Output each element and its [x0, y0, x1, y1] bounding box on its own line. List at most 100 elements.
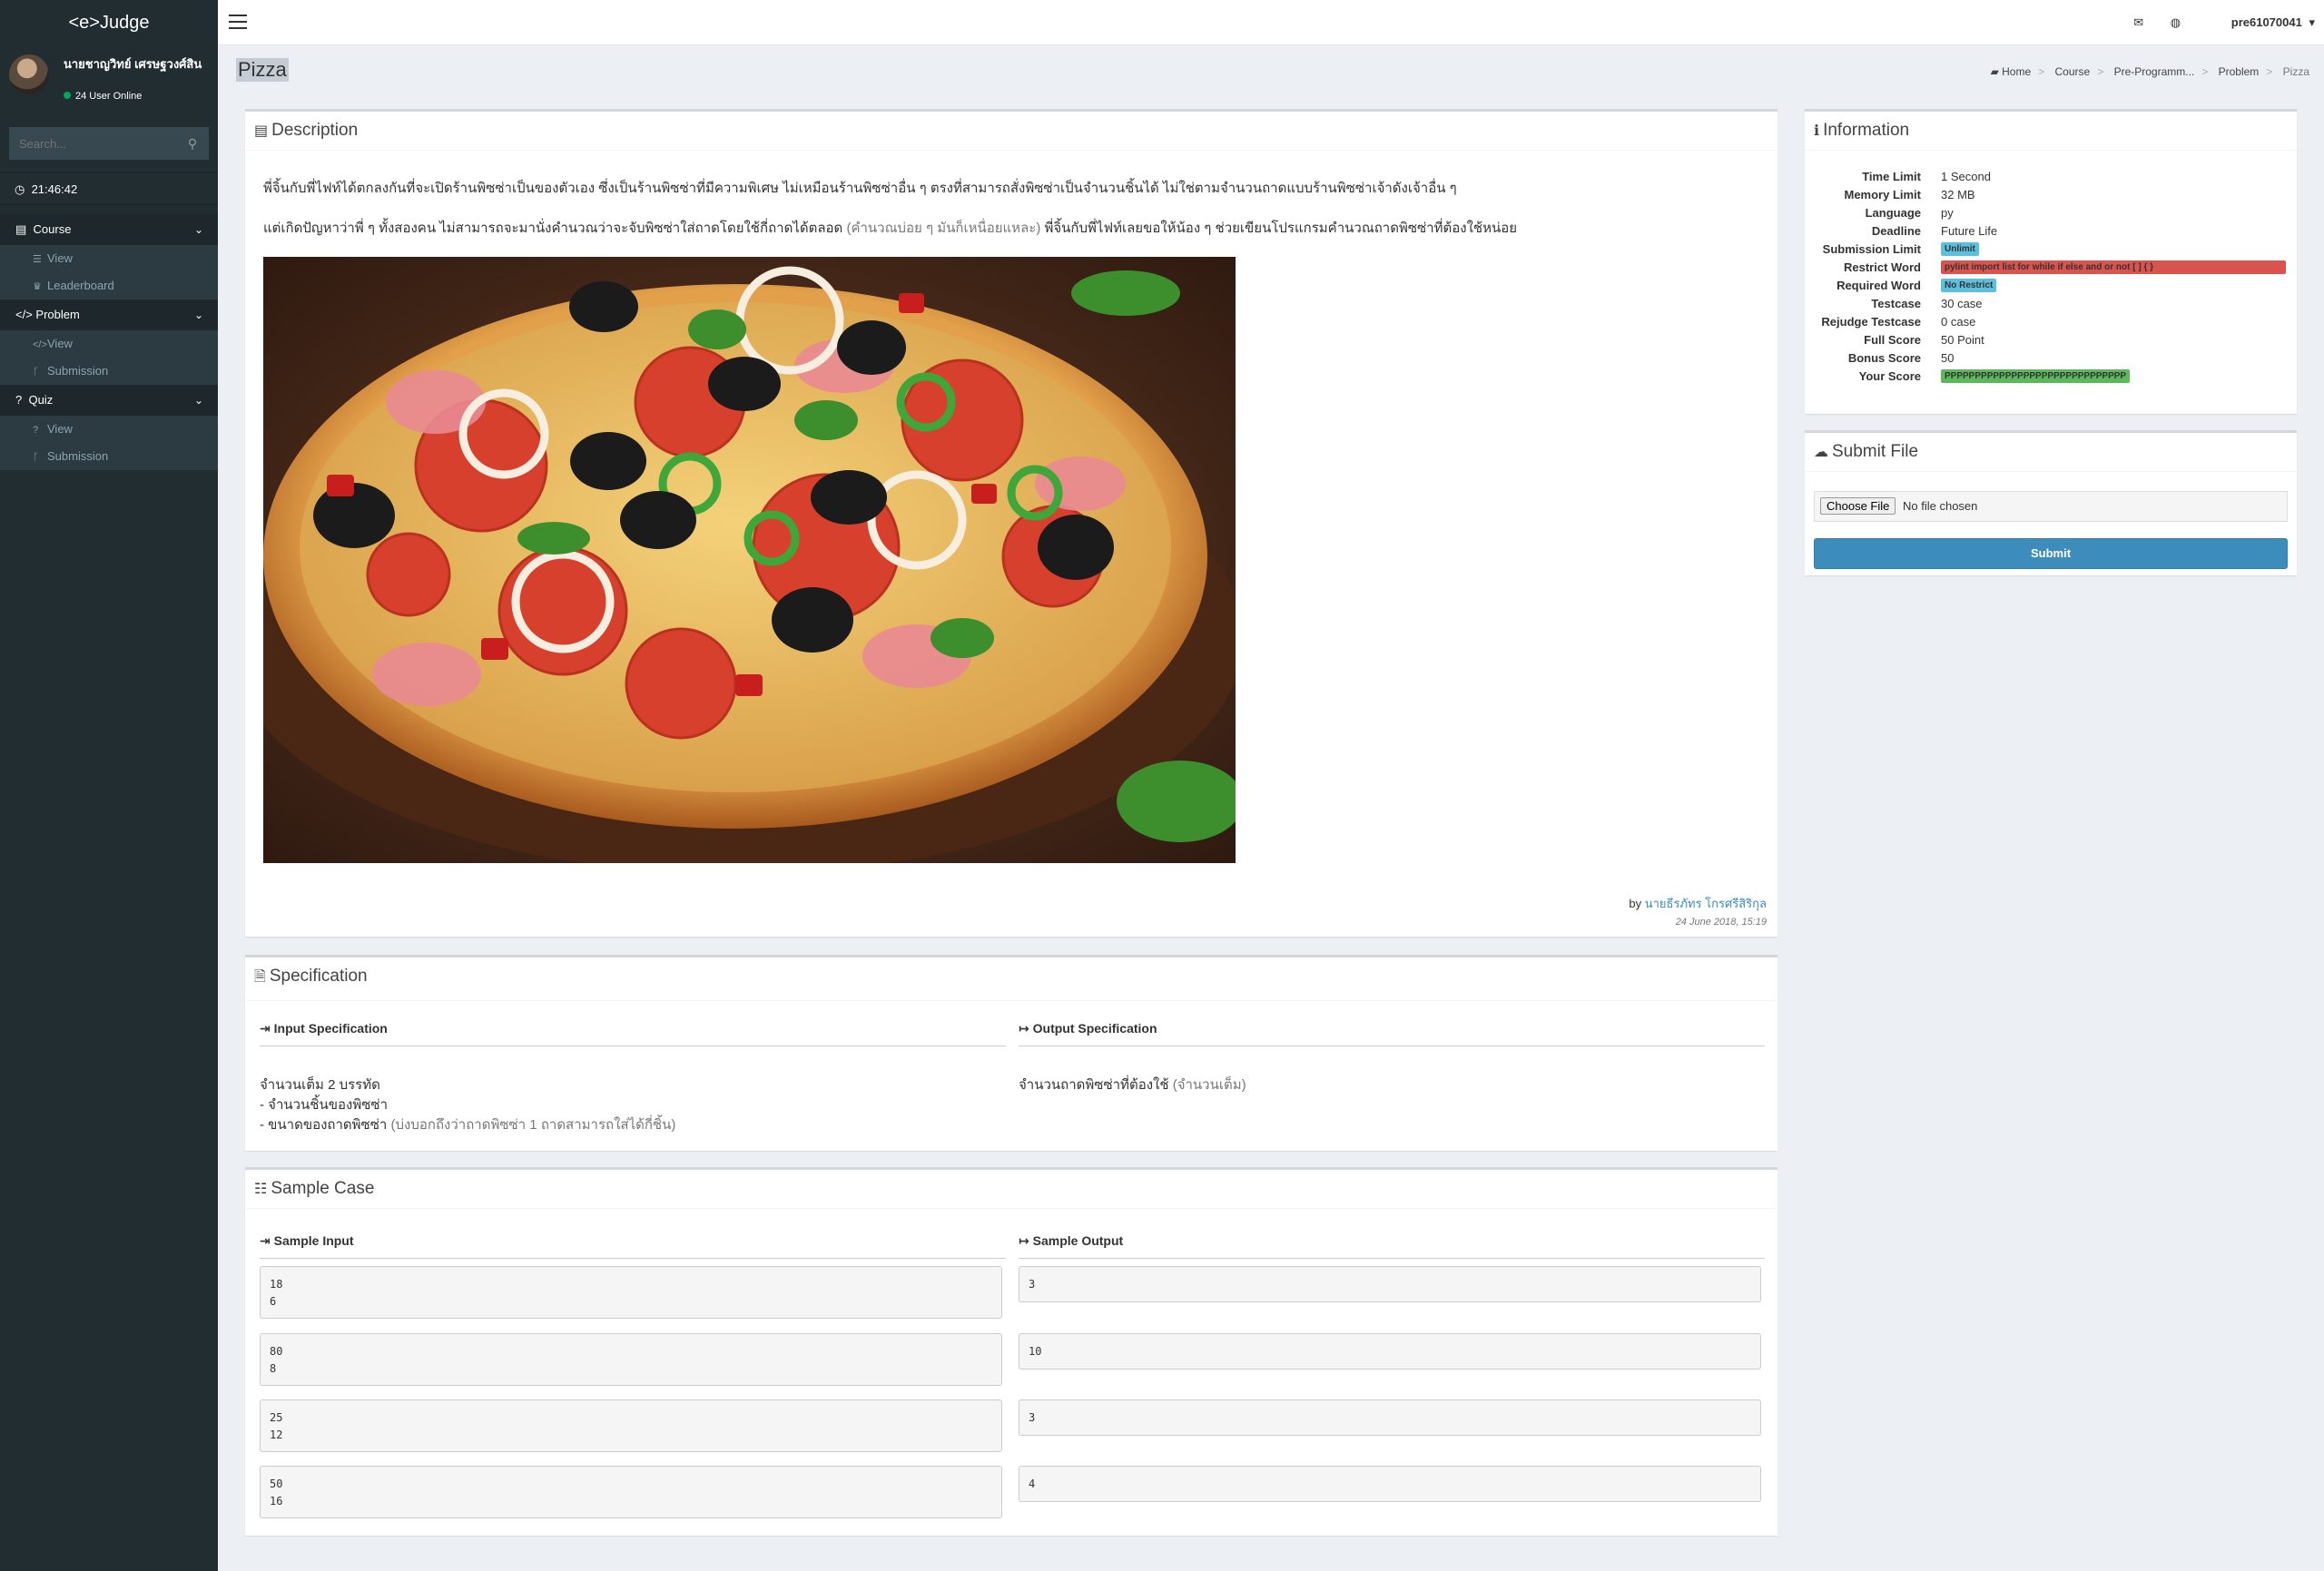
sample-input-2[interactable]: 80 8: [260, 1333, 1002, 1386]
info-key: Bonus Score: [1847, 351, 1921, 365]
info-value: Future Life: [1941, 224, 1998, 238]
info-key: Your Score: [1858, 369, 1921, 383]
sidebar-item-quiz-view[interactable]: ? View: [0, 416, 218, 443]
specification-title: 🗎 Specification: [245, 957, 1777, 1001]
sidebar: <e>Judge นายชาญวิทย์ เศรษฐวงศ์สิน 24 Use…: [0, 0, 218, 1571]
info-row: Restrict Word pylint import list for whil…: [1805, 260, 2297, 279]
submit-button[interactable]: Submit: [1814, 538, 2288, 569]
cloud-upload-icon: ☁: [1814, 445, 1828, 460]
info-row: Testcase 30 case: [1805, 297, 2297, 315]
menu-toggle-icon[interactable]: [229, 15, 247, 29]
file-status: No file chosen: [1903, 499, 1978, 513]
sidebar-item-quiz-submission[interactable]: ᚴ Submission: [0, 443, 218, 470]
description-title-text: Description: [271, 121, 359, 140]
sidebar-item-leaderboard[interactable]: ♛ Leaderboard: [0, 272, 218, 299]
menu-problem[interactable]: </> Problem ⌄: [0, 299, 218, 330]
clock-time: 21:46:42: [31, 182, 78, 196]
home-icon: ▰: [1990, 65, 1999, 78]
mail-icon[interactable]: ✉: [2133, 15, 2143, 29]
specification-box: 🗎 Specification ⇥ Input Specification ↦ O…: [245, 955, 1777, 1151]
info-key: Language: [1865, 206, 1921, 220]
info-row: Rejudge Testcase 0 case: [1805, 315, 2297, 333]
info-value-badge: PPPPPPPPPPPPPPPPPPPPPPPPPPPPPP: [1941, 369, 2131, 383]
description-paragraph-2: แต่เกิดปัญหาว่าพี่ ๆ ทั้งสองคน ไม่สามารถ…: [263, 217, 1517, 239]
breadcrumb: ▰ Home > Course > Pre-Programm... > Problem…: [1990, 65, 2309, 78]
trophy-icon: ♛: [33, 281, 42, 292]
post-date: 24 June 2018, 15:19: [1675, 917, 1767, 928]
sample-input-label: Sample Input: [273, 1233, 354, 1248]
sample-output-label: Sample Output: [1032, 1233, 1124, 1248]
menu-quiz-sub: ? View ᚴ Submission: [0, 416, 218, 470]
input-spec-line-1: จำนวนเต็ม 2 บรรทัด: [260, 1077, 380, 1093]
submit-file-box: ☁ Submit File Choose File No file chosen …: [1805, 430, 2297, 575]
menu-problem-sub: </>View ᚴ Submission: [0, 330, 218, 385]
sign-in-icon: ⇥: [260, 1233, 271, 1248]
submit-file-title-text: Submit File: [1832, 442, 1919, 461]
input-spec-header: ⇥ Input Specification: [260, 1021, 1006, 1046]
sample-output-4[interactable]: 4: [1019, 1466, 1761, 1502]
sample-input-1[interactable]: 18 6: [260, 1266, 1002, 1319]
chevron-down-icon: ⌄: [193, 394, 203, 407]
sample-output-1[interactable]: 3: [1019, 1266, 1761, 1302]
submit-file-title: ☁ Submit File: [1805, 433, 2297, 472]
breadcrumb-course-name[interactable]: Pre-Programm...: [2114, 65, 2195, 78]
sidebar-item-label: Leaderboard: [47, 279, 114, 292]
info-key: Restrict Word: [1844, 260, 1921, 274]
avatar: [9, 54, 49, 94]
choose-file-button[interactable]: Choose File: [1820, 497, 1896, 515]
author-link[interactable]: นายธีรภัทร โกรศรีสิริกุล: [1645, 897, 1767, 910]
sign-out-icon: ↦: [1019, 1021, 1029, 1036]
information-title-text: Information: [1823, 121, 1910, 140]
description-box: ▤ Description พี่จิ้นกับพี่ไฟท์ได้ตกลงกัน…: [245, 109, 1777, 937]
info-value: 1 Second: [1941, 170, 1991, 183]
sidebar-item-label: View: [47, 251, 73, 265]
topbar: ✉ ◍ pre61070041 ▾: [218, 0, 2324, 45]
sidebar-item-problem-view[interactable]: </>View: [0, 330, 218, 358]
sidebar-item-label: Submission: [47, 449, 109, 463]
menu-course[interactable]: ▤ Course ⌄: [0, 214, 218, 245]
info-row: Deadline Future Life: [1805, 224, 2297, 242]
menu-problem-label: Problem: [35, 308, 80, 321]
list-icon: ☰: [33, 254, 42, 265]
branch-icon: ᚴ: [33, 452, 39, 463]
by-label: by: [1629, 897, 1642, 910]
search-button[interactable]: ⚲: [176, 127, 209, 160]
menu-quiz[interactable]: ? Quiz ⌄: [0, 385, 218, 416]
sign-out-icon: ↦: [1019, 1233, 1029, 1248]
input-spec-line-3-muted: (บ่งบอกถึงว่าถาดพิซซ่า 1 ถาดสามารถใส่ได้…: [390, 1117, 676, 1133]
app-logo[interactable]: <e>Judge: [0, 0, 218, 45]
page-title: Pizza: [236, 58, 289, 82]
sample-input-3[interactable]: 25 12: [260, 1399, 1002, 1452]
sample-output-3[interactable]: 3: [1019, 1399, 1761, 1436]
globe-icon[interactable]: ◍: [2171, 15, 2181, 29]
sample-input-header: ⇥ Sample Input: [260, 1233, 1006, 1259]
user-menu[interactable]: pre61070041 ▾: [2208, 15, 2315, 29]
sample-case-title: ☷ Sample Case: [245, 1170, 1777, 1209]
output-spec-text: จำนวนถาดพิซซ่าที่ต้องใช้ (จำนวนเต็ม): [1019, 1075, 1246, 1095]
info-row: Required Word No Restrict: [1805, 279, 2297, 297]
sidebar-item-problem-submission[interactable]: ᚴ Submission: [0, 358, 218, 385]
question-icon: ?: [15, 393, 23, 407]
menu-course-label: Course: [33, 222, 72, 236]
breadcrumb-problem[interactable]: Problem: [2219, 65, 2260, 78]
sample-output-2[interactable]: 10: [1019, 1333, 1761, 1370]
clock-icon: ◷: [15, 182, 25, 196]
breadcrumb-course[interactable]: Course: [2055, 65, 2091, 78]
user-name: นายชาญวิทย์ เศรษฐวงศ์สิน: [64, 57, 202, 71]
code-icon: </>: [15, 308, 33, 321]
file-input[interactable]: Choose File No file chosen: [1814, 491, 2288, 522]
list-alt-icon: ▤: [254, 123, 269, 139]
sample-case-box: ☷ Sample Case ⇥ Sample Input ↦ Sample Out…: [245, 1167, 1777, 1536]
info-key: Submission Limit: [1822, 242, 1921, 256]
info-value: 30 case: [1941, 297, 1983, 310]
info-key: Required Word: [1837, 279, 1921, 292]
search-input[interactable]: [9, 127, 176, 160]
online-status: 24 User Online: [64, 91, 142, 102]
description-p2-a: แต่เกิดปัญหาว่าพี่ ๆ ทั้งสองคน ไม่สามารถ…: [263, 221, 843, 236]
search-icon: ⚲: [187, 136, 198, 151]
info-row: Time Limit 1 Second: [1805, 170, 2297, 188]
sidebar-item-course-view[interactable]: ☰ View: [0, 245, 218, 272]
breadcrumb-home[interactable]: Home: [2002, 65, 2031, 78]
sample-case-title-text: Sample Case: [271, 1179, 375, 1198]
sample-input-4[interactable]: 50 16: [260, 1466, 1002, 1518]
